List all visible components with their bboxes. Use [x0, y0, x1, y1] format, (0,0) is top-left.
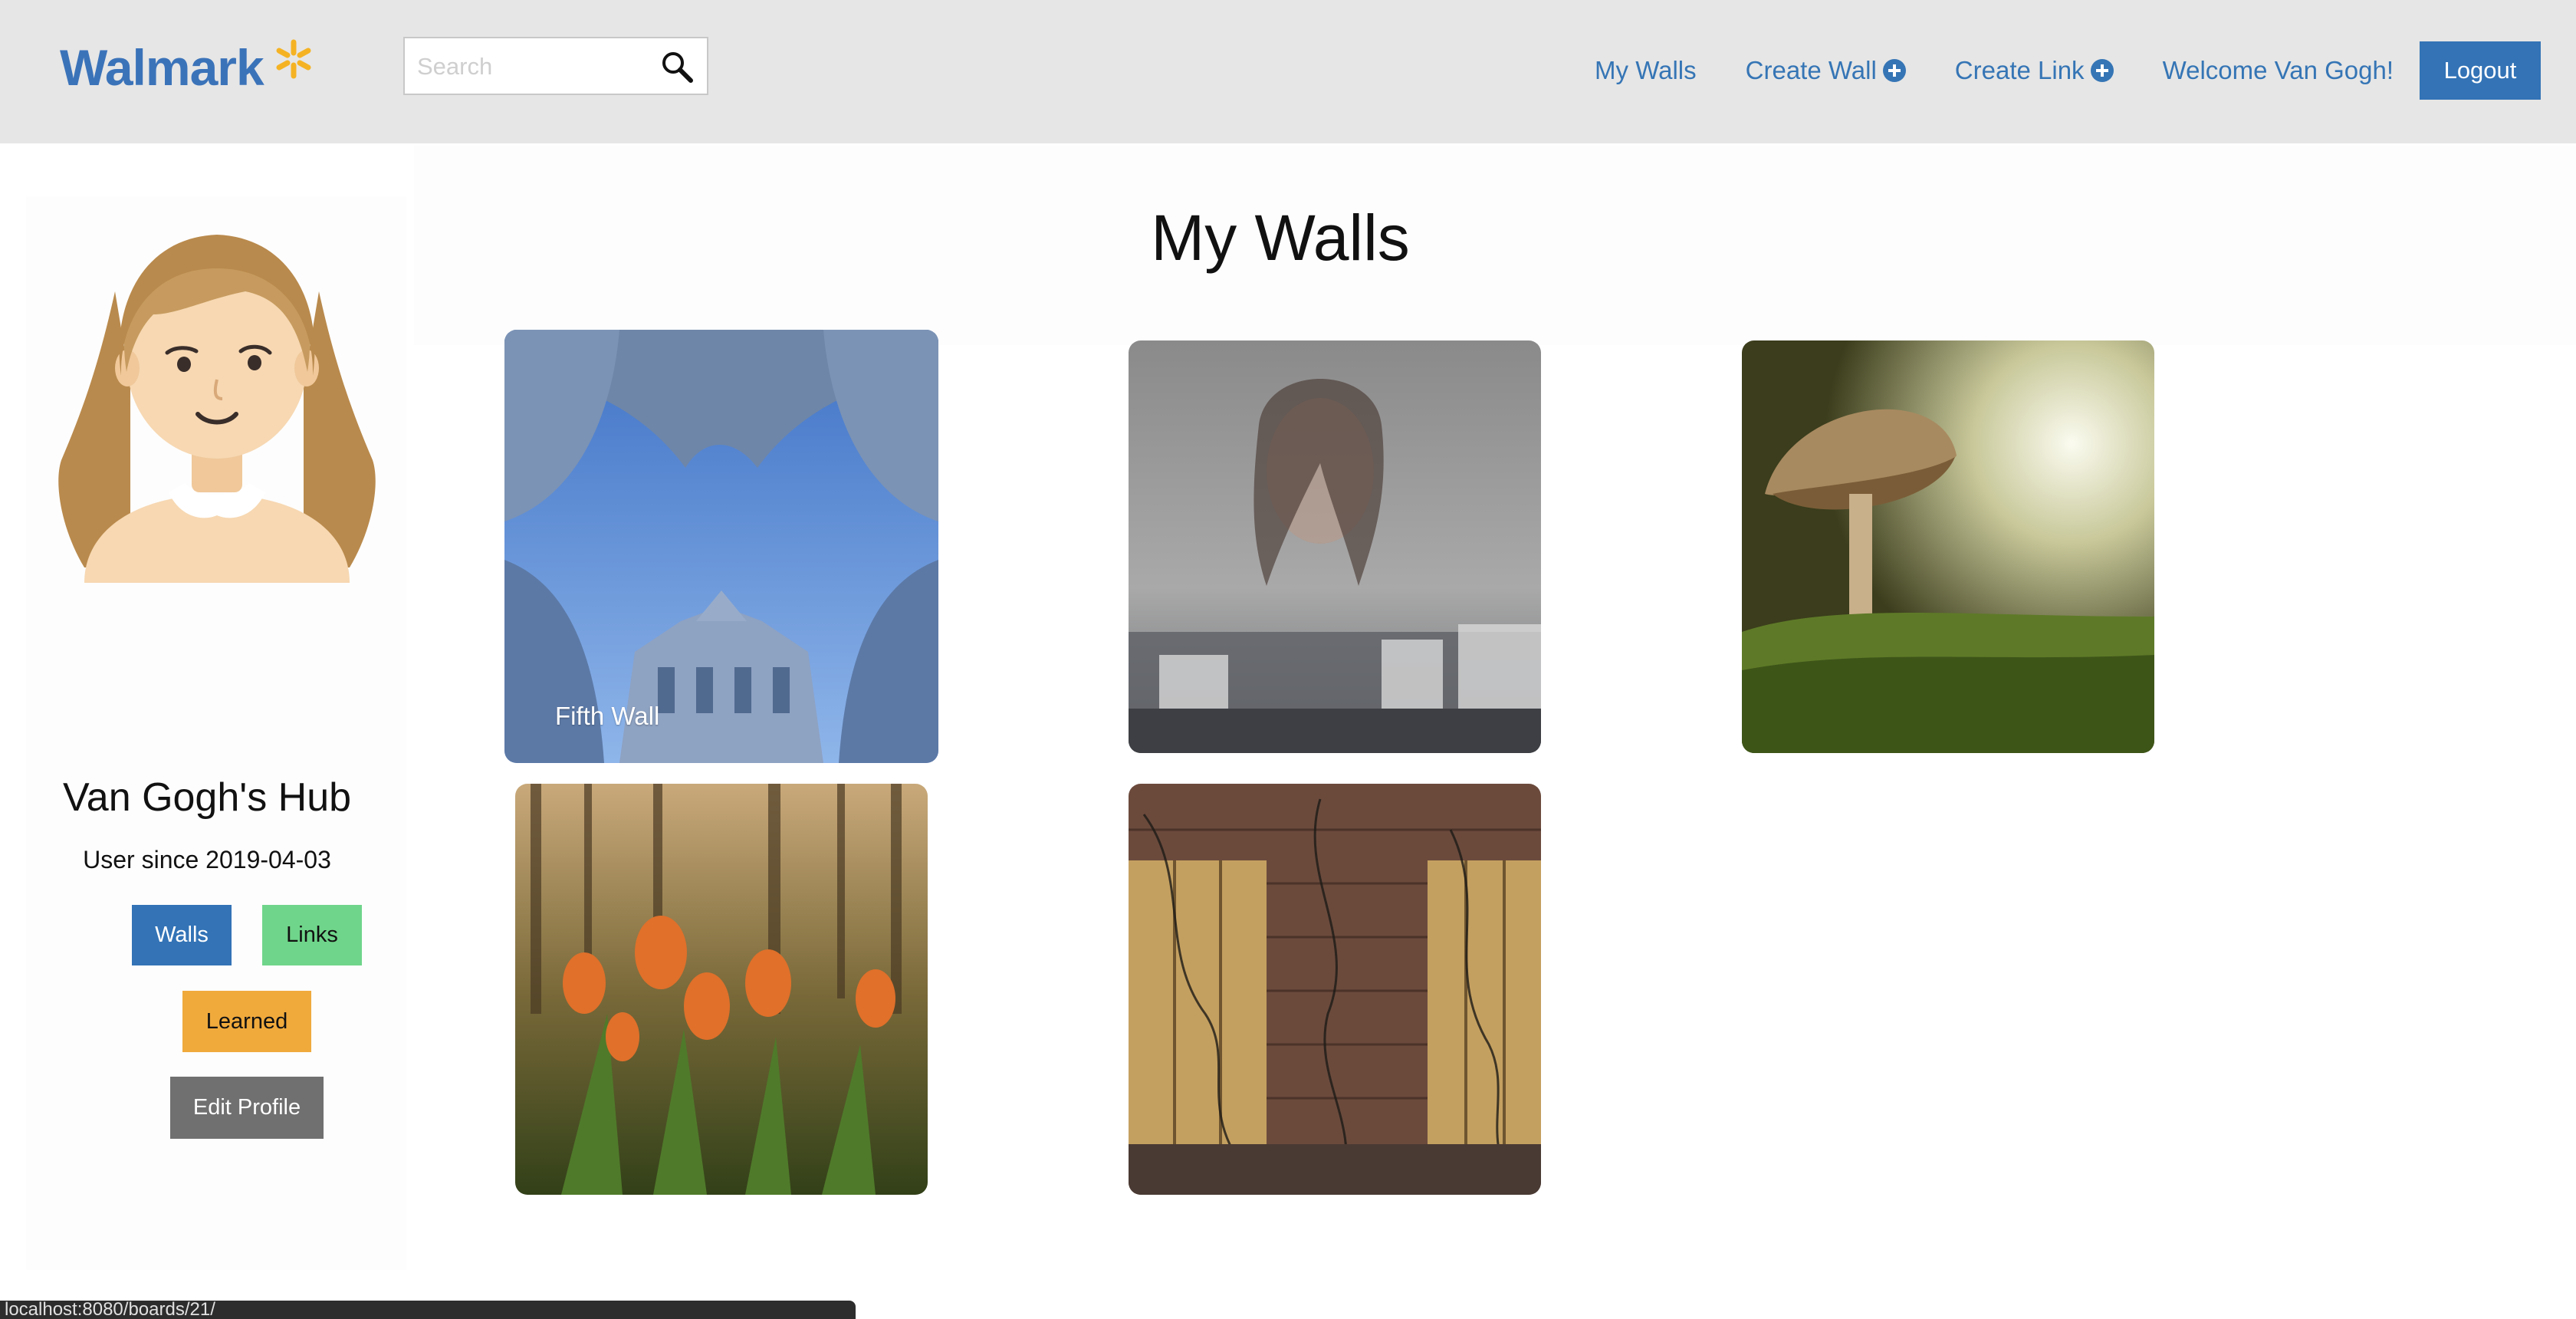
- top-navbar: Walmark My Walls Create Wall: [0, 0, 2576, 143]
- profile-sidebar: Van Gogh's Hub User since 2019-04-03 Wal…: [26, 196, 406, 1270]
- nav-my-walls-label: My Walls: [1595, 56, 1697, 84]
- user-since: User since 2019-04-03: [83, 846, 331, 873]
- wall-thumbnail: [1129, 340, 1541, 753]
- edit-profile-button[interactable]: Edit Profile: [170, 1077, 324, 1139]
- wall-thumbnail: [504, 330, 938, 763]
- wall-card[interactable]: [515, 784, 928, 1195]
- search-input[interactable]: [416, 38, 649, 95]
- walls-button[interactable]: Walls: [132, 905, 232, 965]
- brand-logo[interactable]: Walmark: [60, 37, 314, 98]
- wall-thumbnail: [515, 784, 928, 1195]
- page-title: My Walls: [1151, 202, 1410, 274]
- learned-button[interactable]: Learned: [182, 991, 311, 1052]
- links-button[interactable]: Links: [262, 905, 362, 965]
- welcome-text: Welcome Van Gogh!: [2162, 56, 2394, 84]
- nav-create-link[interactable]: Create Link: [1955, 56, 2114, 85]
- nav-create-link-label: Create Link: [1954, 56, 2085, 84]
- browser-status-bar: localhost:8080/boards/21/: [0, 1301, 856, 1319]
- nav-create-wall-label: Create Wall: [1745, 56, 1877, 84]
- brand-name: Walmark: [60, 39, 264, 96]
- search-box: [403, 37, 708, 95]
- wall-card[interactable]: [1129, 784, 1541, 1195]
- wall-thumbnail: [1742, 340, 2154, 753]
- wall-card[interactable]: [1742, 340, 2154, 753]
- wall-thumbnail: [1129, 784, 1541, 1195]
- search-icon[interactable]: [659, 49, 695, 84]
- wall-card[interactable]: [1129, 340, 1541, 753]
- wall-card[interactable]: Fifth Wall: [504, 330, 938, 763]
- plus-circle-icon: [1882, 59, 1906, 82]
- nav-create-wall[interactable]: Create Wall: [1746, 56, 1906, 85]
- hub-title: Van Gogh's Hub: [62, 775, 352, 820]
- wall-caption: Fifth Wall: [555, 702, 660, 730]
- nav-links: My Walls Create Wall Create Link Welcome…: [1595, 40, 2541, 101]
- status-url: localhost:8080/boards/21/: [5, 1301, 215, 1319]
- spark-icon: [276, 39, 311, 79]
- logout-button[interactable]: Logout: [2420, 41, 2541, 100]
- nav-my-walls[interactable]: My Walls: [1595, 56, 1697, 85]
- plus-circle-icon: [2090, 59, 2114, 82]
